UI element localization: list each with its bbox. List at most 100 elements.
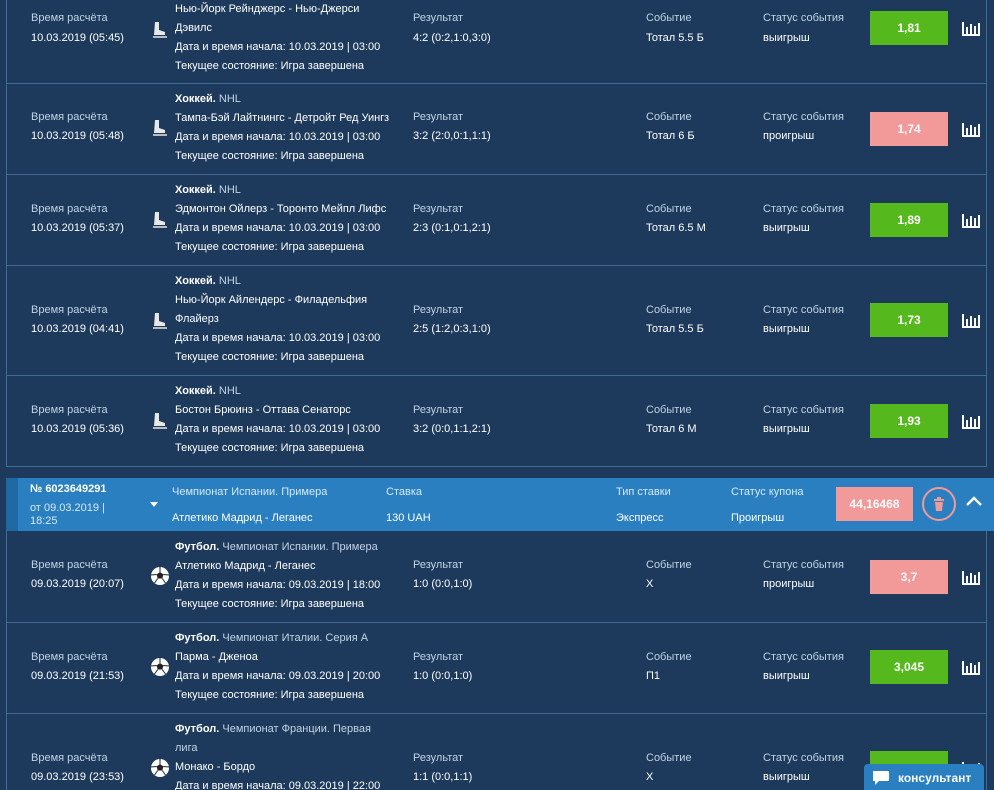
match-sport: Футбол. Чемпионат Италии. Серия А: [175, 629, 405, 648]
event-value: Тотал 5.5 Б: [646, 323, 704, 335]
state-value: Игра завершена: [280, 689, 365, 701]
stats-icon[interactable]: [961, 20, 981, 36]
chat-bubble-icon: [873, 771, 889, 785]
league-name: NHL: [215, 184, 241, 196]
league-name: Чемпионат Испании. Примера: [219, 541, 378, 553]
match-teams: Тампа-Бэй Лайтнингс - Детройт Ред Уингз: [175, 112, 390, 124]
start-label: Дата и время начала:: [175, 780, 289, 790]
state-label: Текущее состояние:: [175, 689, 281, 701]
odds-badge: 3,045: [870, 650, 948, 684]
event-status-label: Статус события: [763, 559, 844, 571]
league-name: NHL: [215, 275, 241, 287]
odds-badge: 1,81: [870, 11, 948, 45]
event-label: Событие: [646, 203, 692, 215]
start-value: 10.03.2019 | 03:00: [288, 332, 381, 344]
coupon-header[interactable]: № 6023649291 от 09.03.2019 | 18:25 Чемпи…: [6, 478, 994, 531]
match-sport: Футбол. Чемпионат Франции. Первая: [175, 720, 405, 739]
hockey-skate-icon: [153, 313, 167, 329]
coupon-date: от 09.03.2019 | 18:25: [30, 502, 105, 527]
state-value: Игра завершена: [280, 150, 365, 162]
calc-time-value: 10.03.2019 (05:48): [31, 130, 124, 142]
bet-row: Время расчёта 10.03.2019 (04:41) Хоккей.…: [6, 266, 987, 376]
stats-icon[interactable]: [961, 121, 981, 137]
stats-icon[interactable]: [961, 212, 981, 228]
event-status-value: выигрыш: [763, 771, 810, 783]
match-state: Текущее состояние: Игра завершена: [175, 57, 405, 76]
start-value: 10.03.2019 | 03:00: [288, 131, 381, 143]
delete-button[interactable]: [922, 487, 956, 521]
start-label: Дата и время начала:: [175, 41, 289, 53]
match-sport: Хоккей. NHL: [175, 181, 405, 200]
bet-row: Время расчёта 09.03.2019 (23:53) Футбол.…: [6, 714, 987, 790]
result-label: Результат: [413, 752, 464, 764]
state-label: Текущее состояние:: [175, 150, 281, 162]
event-value: Тотал 6 М: [646, 423, 697, 435]
state-label: Текущее состояние:: [175, 598, 281, 610]
event-status-value: выигрыш: [763, 222, 810, 234]
event-status-label: Статус события: [763, 752, 844, 764]
event-status-label: Статус события: [763, 12, 844, 24]
bet-row: Время расчёта 10.03.2019 (05:36) Хоккей.…: [6, 376, 987, 467]
calc-time-label: Время расчёта: [31, 12, 108, 24]
stats-icon[interactable]: [961, 413, 981, 429]
match-sport: Хоккей. NHL: [175, 272, 405, 291]
consultant-label: консультант: [898, 771, 972, 785]
state-value: Игра завершена: [280, 60, 365, 72]
result-value: 1:1 (0:0,1:1): [413, 771, 473, 783]
state-value: Игра завершена: [280, 351, 365, 363]
match-state: Текущее состояние: Игра завершена: [175, 686, 405, 705]
coupon-status-label: Статус купона: [731, 486, 804, 498]
sport-name: Хоккей.: [175, 385, 216, 397]
chevron-down-icon[interactable]: [149, 501, 159, 509]
bet-row: Время расчёта 10.03.2019 (05:45) Нью-Йор…: [6, 0, 987, 84]
match-info: Хоккей. NHL Бостон Брюинз - Оттава Сенат…: [175, 382, 405, 458]
match-teams: Эдмонтон Ойлерз - Торонто Мейпл Лифс: [175, 203, 387, 215]
calc-time-value: 10.03.2019 (05:45): [31, 32, 124, 44]
match-teams: Парма - Дженоа: [175, 651, 258, 663]
match-info: Хоккей. NHL Нью-Йорк Айлендерс - Филадел…: [175, 272, 405, 367]
coupon-stake: 130 UAH: [386, 512, 431, 524]
calc-time-value: 10.03.2019 (05:37): [31, 222, 124, 234]
stats-icon[interactable]: [961, 569, 981, 585]
event-value: X: [646, 771, 654, 783]
bet-row: Время расчёта 10.03.2019 (05:48) Хоккей.…: [6, 84, 987, 175]
match-teams: Бостон Брюинз - Оттава Сенаторс: [175, 404, 351, 416]
event-value: Тотал 5.5 Б: [646, 32, 704, 44]
coupon-championship: Чемпионат Испании. Примера: [172, 486, 328, 498]
bet-row: Время расчёта 09.03.2019 (21:53) Футбол.…: [6, 623, 987, 714]
soccer-ball-icon: [150, 658, 170, 676]
state-label: Текущее состояние:: [175, 351, 281, 363]
bet-row: Время расчёта 09.03.2019 (20:07) Футбол.…: [6, 531, 987, 623]
consultant-chat-button[interactable]: консультант: [864, 764, 984, 790]
result-value: 3:2 (0:0,1:1,2:1): [413, 423, 491, 435]
event-status-value: проигрыш: [763, 578, 815, 590]
start-label: Дата и время начала:: [175, 332, 289, 344]
league-name-cont: лига: [175, 742, 198, 754]
match-state: Текущее состояние: Игра завершена: [175, 595, 405, 614]
match-state: Текущее состояние: Игра завершена: [175, 348, 405, 367]
calc-time-value: 09.03.2019 (21:53): [31, 670, 124, 682]
match-sport: Футбол. Чемпионат Испании. Примера: [175, 538, 405, 557]
state-value: Игра завершена: [280, 241, 365, 253]
result-label: Результат: [413, 111, 464, 123]
match-teams: Монако - Бордо: [175, 761, 256, 773]
stats-icon[interactable]: [961, 659, 981, 675]
result-label: Результат: [413, 404, 464, 416]
calc-time-label: Время расчёта: [31, 304, 108, 316]
chevron-up-icon[interactable]: [964, 492, 984, 512]
start-value: 10.03.2019 | 03:00: [288, 222, 381, 234]
state-value: Игра завершена: [280, 598, 365, 610]
calc-time-value: 09.03.2019 (23:53): [31, 771, 124, 783]
result-value: 2:5 (1:2,0:3,1:0): [413, 323, 491, 335]
match-start: Дата и время начала: 10.03.2019 | 03:00: [175, 38, 405, 57]
soccer-ball-icon: [150, 759, 170, 777]
match-teams: Атлетико Мадрид - Леганес: [175, 560, 316, 572]
calc-time-label: Время расчёта: [31, 404, 108, 416]
stats-icon[interactable]: [961, 312, 981, 328]
hockey-skate-icon: [153, 212, 167, 228]
start-value: 10.03.2019 | 03:00: [288, 423, 381, 435]
sport-name: Футбол.: [175, 541, 220, 553]
odds-badge: 1,93: [870, 404, 948, 438]
result-value: 4:2 (0:2,1:0,3:0): [413, 32, 491, 44]
result-label: Результат: [413, 559, 464, 571]
